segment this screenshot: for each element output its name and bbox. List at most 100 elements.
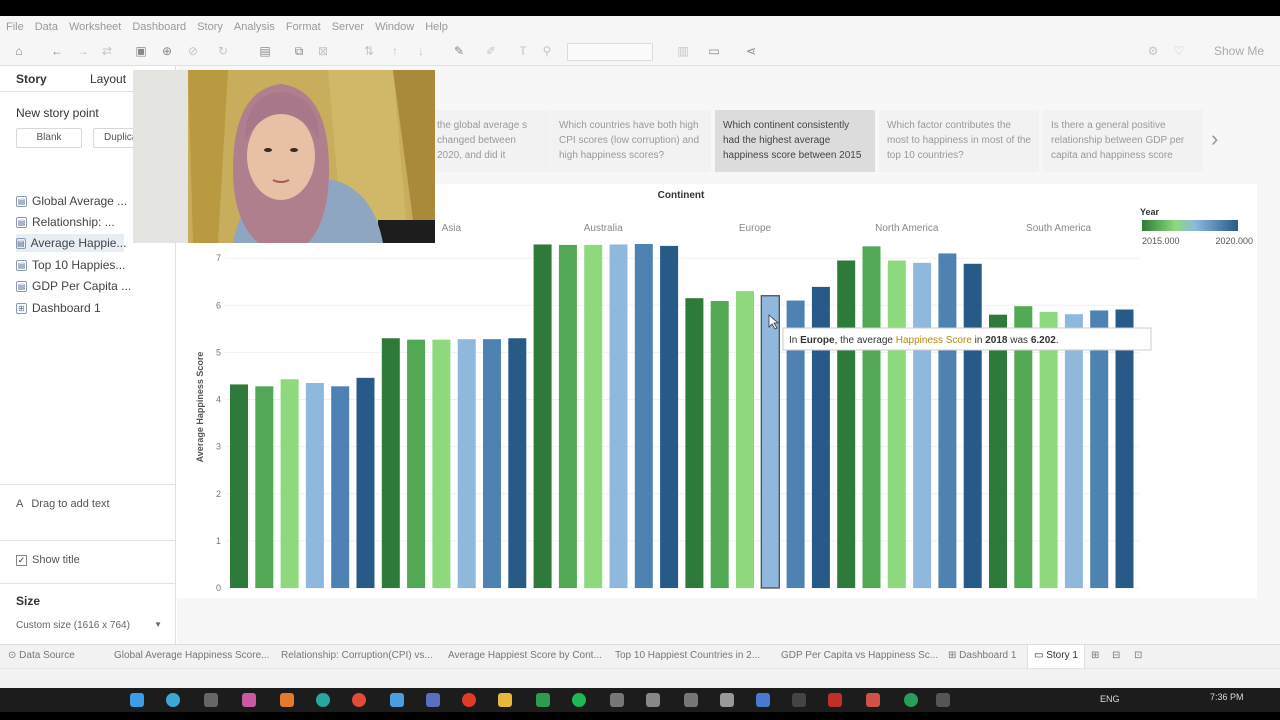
bar[interactable] (255, 386, 274, 588)
show-me-button[interactable]: Show Me (1214, 44, 1264, 58)
new-story-tab-icon[interactable]: ⊡ (1134, 650, 1142, 661)
app-icon[interactable] (610, 693, 624, 707)
new-datasource-icon[interactable]: ⊕ (160, 44, 174, 58)
bar[interactable] (736, 291, 754, 588)
bar[interactable] (508, 338, 527, 588)
tab-relationship[interactable]: Relationship: Corruption(CPI) vs... (281, 650, 439, 661)
sheet-item-dashboard-1[interactable]: ⊞ Dashboard 1 (16, 299, 101, 317)
excel-icon[interactable] (536, 693, 550, 707)
app-icon[interactable] (462, 693, 476, 707)
ask-data-icon[interactable]: ♡ (1172, 44, 1186, 58)
new-worksheet-tab-icon[interactable]: ⊞ (1091, 650, 1099, 661)
size-select[interactable]: Custom size (1616 x 764) ▼ (16, 620, 162, 631)
bar[interactable] (457, 339, 476, 588)
bar[interactable] (230, 384, 248, 588)
menu-dashboard[interactable]: Dashboard (132, 21, 186, 33)
bar[interactable] (913, 262, 932, 588)
clear-sheet-icon[interactable]: ⊠ (316, 44, 330, 58)
story-point-4[interactable]: Which factor contributes the most to hap… (879, 110, 1039, 172)
home-icon[interactable]: ⌂ (12, 44, 26, 58)
blank-button[interactable]: Blank (16, 128, 82, 148)
workbook-optimizer-icon[interactable]: ⚙ (1146, 44, 1160, 58)
undo-icon[interactable]: ← (50, 44, 64, 58)
tab-gdp[interactable]: GDP Per Capita vs Happiness Sc... (781, 650, 939, 661)
file-explorer-icon[interactable] (498, 693, 512, 707)
menu-window[interactable]: Window (375, 21, 414, 33)
bar[interactable] (760, 295, 780, 589)
bar[interactable] (407, 339, 426, 588)
app-icon[interactable] (684, 693, 698, 707)
sort-desc-icon[interactable]: ↓ (414, 44, 428, 58)
bar[interactable] (710, 301, 729, 588)
edge-icon[interactable] (166, 693, 180, 707)
sheet-item-average-happiest[interactable]: ▤ Average Happie... (16, 234, 126, 252)
bar[interactable] (356, 377, 375, 588)
menu-server[interactable]: Server (332, 21, 364, 33)
story-point-5[interactable]: Is there a general positive relationship… (1043, 110, 1203, 172)
sheet-item-relationship[interactable]: ▤ Relationship: ... (16, 213, 115, 231)
pause-updates-icon[interactable]: ⊘ (186, 44, 200, 58)
menu-file[interactable]: File (6, 21, 24, 33)
sort-asc-icon[interactable]: ↑ (388, 44, 402, 58)
bar[interactable] (381, 338, 400, 588)
bar[interactable] (887, 260, 906, 588)
sheet-item-gdp[interactable]: ▤ GDP Per Capita ... (16, 277, 131, 295)
bar[interactable] (634, 244, 653, 588)
redo-icon[interactable]: → (76, 44, 90, 58)
story-point-1[interactable]: the global average s changed between 202… (429, 110, 550, 172)
share-icon[interactable]: ⋖ (744, 44, 758, 58)
bar[interactable] (685, 298, 704, 588)
app-icon[interactable] (720, 693, 734, 707)
tab-data-source[interactable]: ⊙ Data Source (8, 650, 75, 661)
bar[interactable] (331, 386, 350, 588)
tab-story[interactable]: Story (16, 72, 47, 86)
pin-icon[interactable]: ⚲ (540, 44, 554, 58)
chevron-right-icon[interactable]: › (1211, 128, 1218, 150)
tab-top-10[interactable]: Top 10 Happiest Countries in 2... (615, 650, 769, 661)
bar[interactable] (533, 244, 552, 588)
story-point-2[interactable]: Which countries have both high CPI score… (551, 110, 711, 172)
sheet-item-top-10[interactable]: ▤ Top 10 Happies... (16, 256, 125, 274)
duplicate-sheet-icon[interactable]: ⧉ (292, 44, 306, 58)
start-icon[interactable] (130, 693, 144, 707)
bar[interactable] (609, 244, 628, 588)
bar[interactable] (1090, 310, 1109, 588)
menu-help[interactable]: Help (425, 21, 448, 33)
tab-average-happiest[interactable]: Average Happiest Score by Cont... (448, 650, 606, 661)
group-icon[interactable]: ✐ (484, 44, 498, 58)
bar[interactable] (989, 314, 1007, 588)
drag-to-add-text[interactable]: A Drag to add text (16, 498, 110, 510)
app-icon[interactable] (936, 693, 950, 707)
new-worksheet-icon[interactable]: ▤ (258, 44, 272, 58)
bar[interactable] (1039, 311, 1058, 588)
show-title-checkbox[interactable]: ✓ Show title (16, 554, 80, 566)
swap-icon[interactable]: ⇅ (362, 44, 376, 58)
tab-story-1[interactable]: ▭ Story 1 (1027, 645, 1085, 669)
presentation-icon[interactable]: ▭ (707, 44, 721, 58)
clock[interactable]: 7:36 PM (1210, 692, 1244, 702)
replay-icon[interactable]: ⇄ (100, 44, 114, 58)
bar[interactable] (938, 253, 957, 588)
bar[interactable] (963, 263, 982, 588)
chrome-icon[interactable] (352, 693, 366, 707)
firefox-icon[interactable] (280, 693, 294, 707)
menu-worksheet[interactable]: Worksheet (69, 21, 121, 33)
menu-analysis[interactable]: Analysis (234, 21, 275, 33)
bar[interactable] (280, 379, 299, 588)
bar[interactable] (660, 245, 679, 588)
whatsapp-icon[interactable] (904, 693, 918, 707)
bar[interactable] (584, 244, 603, 588)
tab-global-average[interactable]: Global Average Happiness Score... (114, 650, 272, 661)
menu-data[interactable]: Data (35, 21, 58, 33)
app-icon[interactable] (390, 693, 404, 707)
bar[interactable] (558, 244, 577, 588)
tab-dashboard-1[interactable]: ⊞ Dashboard 1 (948, 650, 1016, 661)
new-dashboard-tab-icon[interactable]: ⊟ (1112, 650, 1120, 661)
save-icon[interactable]: ▣ (134, 44, 148, 58)
menu-format[interactable]: Format (286, 21, 321, 33)
bar[interactable] (1115, 309, 1134, 588)
app-icon[interactable] (792, 693, 806, 707)
app-icon[interactable] (242, 693, 256, 707)
taskview-icon[interactable] (204, 693, 218, 707)
bar[interactable] (1064, 314, 1083, 588)
